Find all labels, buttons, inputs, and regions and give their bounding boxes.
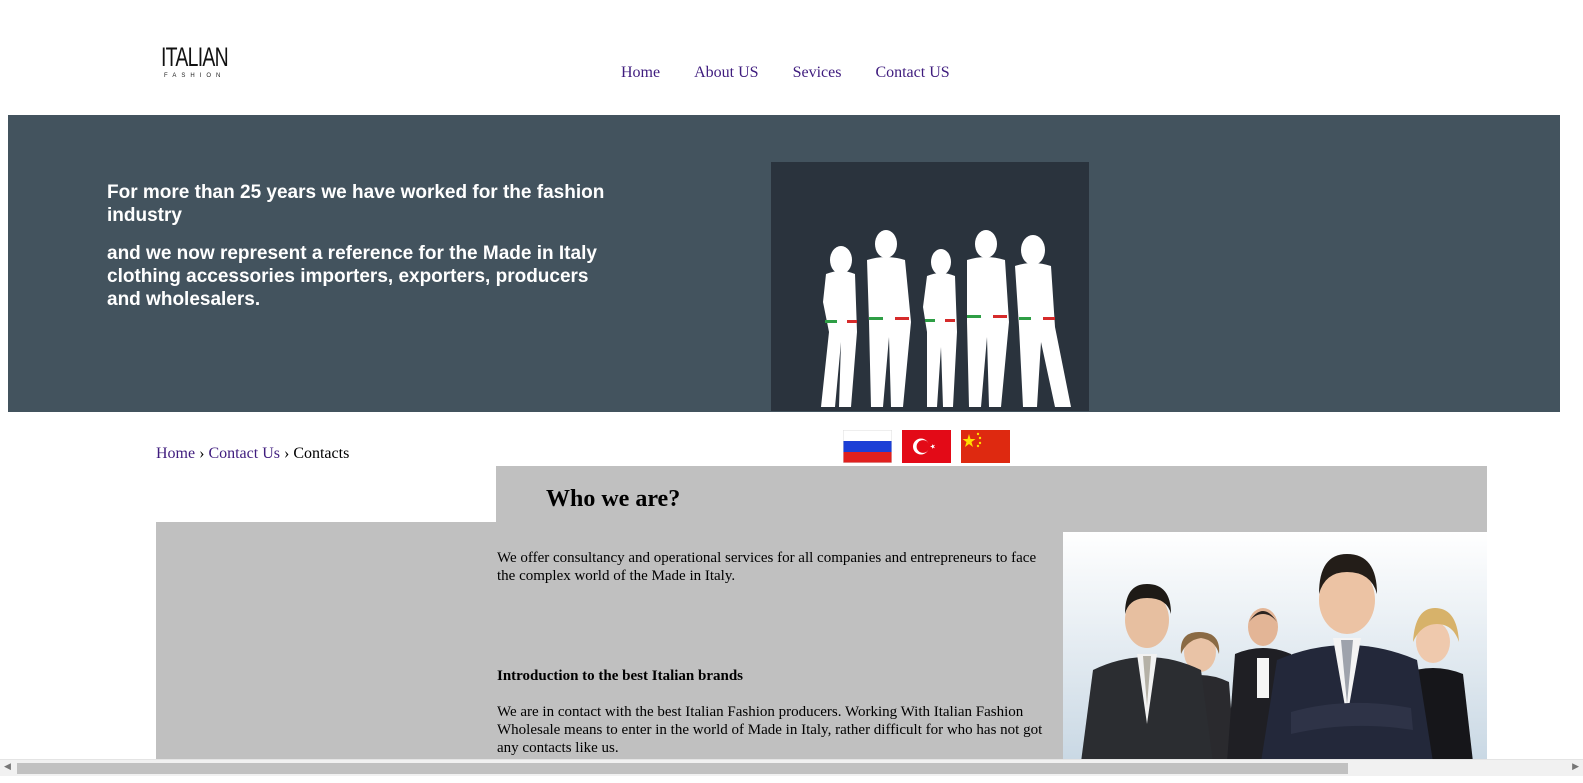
breadcrumb: Home › Contact Us › Contacts: [156, 445, 349, 463]
scroll-right-icon[interactable]: ▶: [1572, 762, 1579, 772]
brands-paragraph: We are in contact with the best Italian …: [497, 704, 1043, 756]
hero-line-2: and we now represent a reference for the…: [107, 243, 597, 310]
breadcrumb-separator: ›: [199, 445, 205, 462]
page-bottom: [0, 776, 1583, 783]
russia-flag-icon[interactable]: [843, 430, 892, 463]
breadcrumb-home[interactable]: Home: [156, 445, 195, 462]
hero-banner: For more than 25 years we have worked fo…: [8, 115, 1560, 412]
hero-text: For more than 25 years we have worked fo…: [107, 181, 607, 326]
turkey-flag-icon[interactable]: [902, 430, 951, 463]
nav-about-us[interactable]: About US: [694, 64, 758, 82]
nav-contact-us[interactable]: Contact US: [875, 64, 949, 82]
logo-text: ITALIAN: [161, 42, 229, 72]
scrollbar-thumb[interactable]: [17, 763, 1348, 774]
intro-paragraph: We offer consultancy and operational ser…: [497, 550, 1037, 584]
breadcrumb-contact-us[interactable]: Contact Us: [208, 445, 280, 462]
horizontal-scrollbar[interactable]: ◀ ▶: [0, 759, 1583, 777]
breadcrumb-separator: ›: [283, 445, 290, 462]
content-text: We offer consultancy and operational ser…: [496, 532, 1063, 762]
language-flags: [843, 430, 1020, 463]
logo-subtext: FASHION: [164, 73, 226, 79]
nav-services[interactable]: Sevices: [793, 64, 842, 82]
scroll-left-icon[interactable]: ◀: [4, 762, 11, 772]
main-nav: Home About US Sevices Contact US: [621, 64, 984, 82]
section-title-box: Who we are?: [496, 466, 1487, 532]
nav-home[interactable]: Home: [621, 64, 660, 82]
site-logo[interactable]: ITALIAN FASHION: [161, 42, 229, 82]
section-title: Who we are?: [546, 486, 681, 512]
business-team-photo: [1063, 532, 1487, 762]
hero-silhouettes-image: [771, 162, 1089, 411]
breadcrumb-current: Contacts: [293, 445, 350, 462]
hero-line-1: For more than 25 years we have worked fo…: [107, 182, 605, 226]
china-flag-icon[interactable]: [961, 430, 1010, 463]
sidebar-panel: [156, 522, 496, 762]
brands-heading: Introduction to the best Italian brands: [497, 668, 744, 684]
